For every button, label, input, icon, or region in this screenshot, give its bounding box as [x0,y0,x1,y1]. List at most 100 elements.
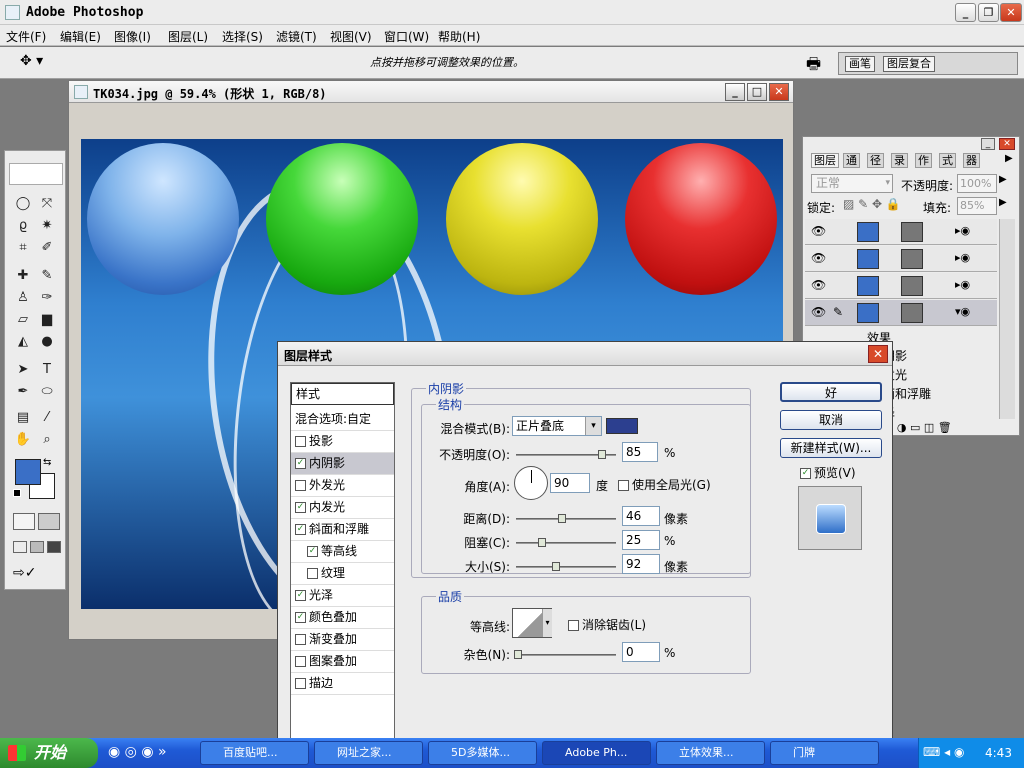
layer-footer-icons[interactable]: ◫ ◑ ▭ ◫ 🗑 [883,421,952,434]
move-tool-icon[interactable]: ✥ ▾ [20,53,43,69]
checkbox[interactable]: ✓ [307,546,318,557]
opacity-input[interactable]: 100% [957,174,997,193]
type-icon[interactable]: T [37,361,57,379]
tab-channels[interactable]: 通 [843,153,860,168]
stamp-icon[interactable]: ♙ [13,289,33,307]
checkbox[interactable]: ✓ [800,468,811,479]
tab-brushes[interactable]: 画笔 [845,56,875,72]
bevel-emboss-item[interactable]: ✓ 斜面和浮雕 [291,519,394,541]
eyedropper-icon[interactable]: ⁄ [37,409,57,427]
swap-colors-icon[interactable]: ⇆ [43,457,51,468]
eye-icon[interactable]: 👁 [811,251,826,265]
layer-row[interactable]: 👁 ▸◉ [805,219,997,245]
stroke-item[interactable]: 描边 [291,673,394,695]
path-select-icon[interactable]: ➤ [13,361,33,379]
menu-layer[interactable]: 图层(L) [168,28,208,45]
dialog-close-button[interactable]: ✕ [868,345,888,363]
menu-help[interactable]: 帮助(H) [438,28,480,45]
tray-icons[interactable]: ⌨ ◂ ◉ [923,745,964,759]
shadow-color-swatch[interactable] [606,418,638,434]
size-slider[interactable] [516,562,616,571]
tab-navigator[interactable]: 器 [963,153,980,168]
drop-shadow-item[interactable]: 投影 [291,431,394,453]
checkbox[interactable] [618,480,629,491]
pattern-overlay-item[interactable]: 图案叠加 [291,651,394,673]
noise-slider[interactable] [514,650,616,659]
eye-icon[interactable]: 👁 [811,305,826,319]
standard-mode-icon[interactable] [13,513,35,530]
preview-checkbox[interactable]: ✓ 预览(V) [800,464,856,481]
checkbox[interactable] [295,656,306,667]
blend-mode-select[interactable]: 正常 ▾ [811,174,893,193]
history-brush-icon[interactable]: ✑ [37,289,57,307]
marquee-icon[interactable]: ◯ [13,195,33,213]
checkbox[interactable] [295,480,306,491]
opacity-slider[interactable] [516,450,616,459]
noise-input[interactable]: 0 [622,642,660,662]
tab-paths[interactable]: 径 [867,153,884,168]
brush-icon[interactable]: ✎ [37,267,57,285]
fill-arrow-icon[interactable]: ▶ [999,197,1007,208]
anti-alias-checkbox[interactable]: 消除锯齿(L) [568,616,646,633]
size-input[interactable]: 92 [622,554,660,574]
fill-input[interactable]: 85% [957,197,997,215]
checkbox[interactable] [307,568,318,579]
menu-edit[interactable]: 编辑(E) [60,28,101,45]
ellipse-icon[interactable]: ⬭ [37,383,57,401]
task-photoshop[interactable]: Adobe Ph... [542,741,651,765]
menu-view[interactable]: 视图(V) [330,28,372,45]
screen-mode-1-icon[interactable] [13,541,27,553]
checkbox[interactable] [295,436,306,447]
lock-icons[interactable]: ▨ ✎ ✥ 🔒 [843,197,901,211]
notes-icon[interactable]: ▤ [13,409,33,427]
layer-row[interactable]: 👁 ▸◉ [805,246,997,272]
blending-options-item[interactable]: 混合选项:自定 [291,409,394,431]
crop-icon[interactable]: ⌗ [13,239,33,257]
tab-layer-comps[interactable]: 图层复合 [883,56,935,72]
checkbox[interactable] [568,620,579,631]
fx-icon[interactable]: ▸◉ [955,224,970,237]
fx-icon[interactable]: ▸◉ [955,278,970,291]
slider-knob[interactable] [514,650,522,659]
healing-icon[interactable]: ✚ [13,267,33,285]
opacity-input[interactable]: 85 [622,442,658,462]
doc-maximize-button[interactable]: □ [747,83,767,101]
palette-well-icon[interactable]: 🖶 [806,53,821,80]
layer-row[interactable]: 👁 ▸◉ [805,273,997,299]
cancel-button[interactable]: 取消 [780,410,882,430]
menu-select[interactable]: 选择(S) [222,28,263,45]
gradient-icon[interactable]: ▆ [37,311,57,329]
opacity-arrow-icon[interactable]: ▶ [999,174,1007,185]
doc-close-button[interactable]: ✕ [769,83,789,101]
magic-wand-icon[interactable]: ✷ [37,217,57,235]
zoom-icon[interactable]: ⌕ [37,431,57,449]
hand-icon[interactable]: ✋ [13,431,33,449]
dodge-icon[interactable]: ● [37,333,57,351]
default-colors-icon[interactable] [13,489,21,497]
slider-knob[interactable] [598,450,606,459]
color-overlay-item[interactable]: ✓ 颜色叠加 [291,607,394,629]
minimize-button[interactable]: _ [955,3,976,22]
checkbox[interactable] [295,634,306,645]
gradient-overlay-item[interactable]: 渐变叠加 [291,629,394,651]
pen-icon[interactable]: ✒ [13,383,33,401]
menu-image[interactable]: 图像(I) [114,28,151,45]
move-icon[interactable]: ⤧ [37,195,57,213]
checkbox[interactable]: ✓ [295,458,306,469]
close-button[interactable]: ✕ [1000,3,1022,22]
angle-dial[interactable] [514,466,548,500]
screen-mode-2-icon[interactable] [30,541,44,553]
screen-mode-3-icon[interactable] [47,541,61,553]
checkbox[interactable]: ✓ [295,502,306,513]
outer-glow-item[interactable]: 外发光 [291,475,394,497]
new-style-button[interactable]: 新建样式(W)... [780,438,882,458]
task-door-sign[interactable]: 门牌 [770,741,879,765]
blur-icon[interactable]: ◭ [13,333,33,351]
eraser-icon[interactable]: ▱ [13,311,33,329]
slider-knob[interactable] [552,562,560,571]
checkbox[interactable]: ✓ [295,612,306,623]
blend-mode-select[interactable]: 正片叠底 ▾ [512,416,602,436]
slider-knob[interactable] [538,538,546,547]
global-light-checkbox[interactable]: 使用全局光(G) [618,476,711,493]
satin-item[interactable]: ✓ 光泽 [291,585,394,607]
